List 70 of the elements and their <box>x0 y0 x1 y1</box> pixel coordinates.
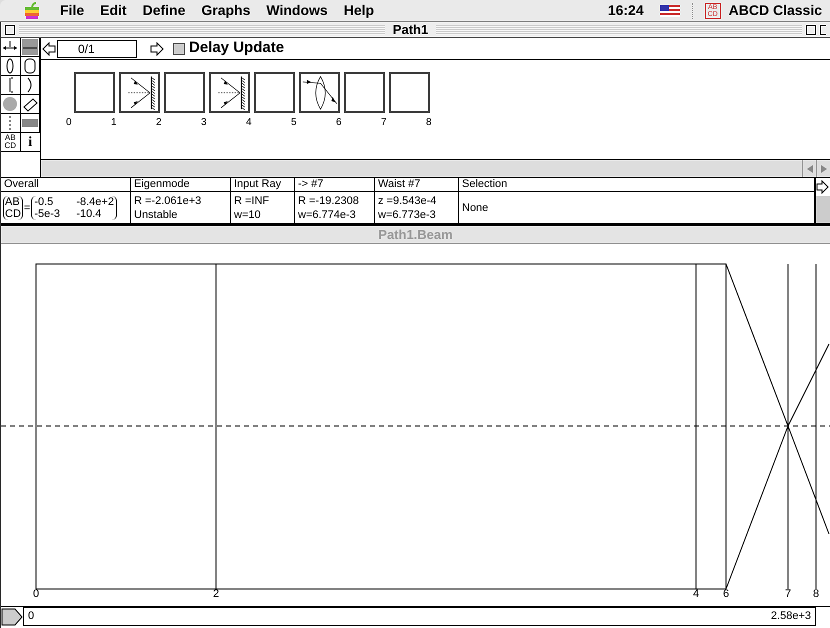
element-position-label: 6 <box>722 587 730 602</box>
delay-update-label: Delay Update <box>189 38 284 58</box>
column-header: Selection <box>459 178 815 191</box>
element-slot[interactable] <box>389 72 430 113</box>
ruler-end: 2.58e+3 <box>770 609 811 624</box>
table-cell-text: None <box>462 201 490 215</box>
table-cell-text: w=10 <box>234 208 262 222</box>
element-position-label: 4 <box>692 587 700 602</box>
table-cell-text: R =INF <box>234 194 270 208</box>
menu-item[interactable]: Windows <box>266 0 328 21</box>
table-cell-text: w=6.774e-3 <box>298 208 357 222</box>
column-header: Waist #7 <box>375 178 459 191</box>
window-title: Path1.Beam <box>378 226 453 244</box>
lens-icon <box>301 73 340 112</box>
element-number: 0 <box>66 116 73 130</box>
column-header: -> #7 <box>295 178 375 191</box>
delay-update-checkbox[interactable] <box>173 42 185 54</box>
menu-item[interactable]: Graphs <box>201 0 250 21</box>
element-slot[interactable] <box>209 72 250 113</box>
element-number: 7 <box>381 116 388 130</box>
palette-tool-icon[interactable] <box>20 38 39 56</box>
abcd-tool[interactable]: AB CD <box>1 133 20 152</box>
menu-item[interactable]: Define <box>142 0 186 21</box>
matrix-labels: AB CD <box>3 196 23 220</box>
column-header: Input Ray <box>231 178 295 191</box>
ruler-start: 0 <box>28 609 34 624</box>
table-cell-text: R =-2.061e+3 <box>134 194 202 208</box>
resize-grip[interactable] <box>816 196 830 223</box>
menu-item[interactable]: File <box>60 0 84 21</box>
column-header: Eigenmode <box>131 178 231 191</box>
menu-item[interactable]: Edit <box>100 0 127 21</box>
element-number: 5 <box>291 116 298 130</box>
element-slot[interactable] <box>164 72 205 113</box>
element-number: 3 <box>201 116 208 130</box>
app-name[interactable]: ABCD Classic <box>728 0 822 21</box>
flag-icon[interactable] <box>660 4 680 16</box>
window-title: Path1 <box>392 23 430 36</box>
collapse-box[interactable] <box>820 24 826 34</box>
element-slot[interactable] <box>254 72 295 113</box>
close-box[interactable] <box>5 24 15 34</box>
element-number: 4 <box>246 116 253 130</box>
element-slot[interactable] <box>119 72 160 113</box>
element-position-label: 7 <box>784 587 792 602</box>
element-position-label: 8 <box>812 587 820 602</box>
element-number: 2 <box>156 116 163 130</box>
element-position-label: 2 <box>212 587 220 602</box>
element-number: 1 <box>111 116 118 130</box>
page-counter: 0/1 <box>57 40 137 58</box>
menu-item[interactable]: Help <box>344 0 374 21</box>
right-arrow-button[interactable] <box>816 178 830 196</box>
element-number: 6 <box>336 116 343 130</box>
table-cell-text: Unstable <box>134 208 178 222</box>
info-tool[interactable]: i <box>20 133 40 152</box>
table-cell-text: R =-19.2308 <box>298 194 360 208</box>
column-header: Overall <box>1 178 131 191</box>
zoom-box[interactable] <box>806 24 816 34</box>
right-arrow-button[interactable] <box>149 40 165 58</box>
equals-sign: = <box>24 202 30 214</box>
ruler-thumb[interactable] <box>1 607 23 627</box>
element-position-label: 0 <box>32 587 40 602</box>
element-slot[interactable] <box>344 72 385 113</box>
menu-clock: 16:24 <box>608 1 644 20</box>
element-number: 8 <box>426 116 433 130</box>
matrix-values: -0.5 -8.4e+2 -5e-3 -10.4 <box>31 196 117 220</box>
table-cell-text: z =9.543e-4 <box>378 194 438 208</box>
table-cell-text: w=6.773e-3 <box>378 208 437 222</box>
element-slot[interactable] <box>74 72 115 113</box>
element-slot[interactable] <box>299 72 340 113</box>
left-arrow-button[interactable] <box>41 40 57 58</box>
apple-icon[interactable] <box>24 2 40 20</box>
